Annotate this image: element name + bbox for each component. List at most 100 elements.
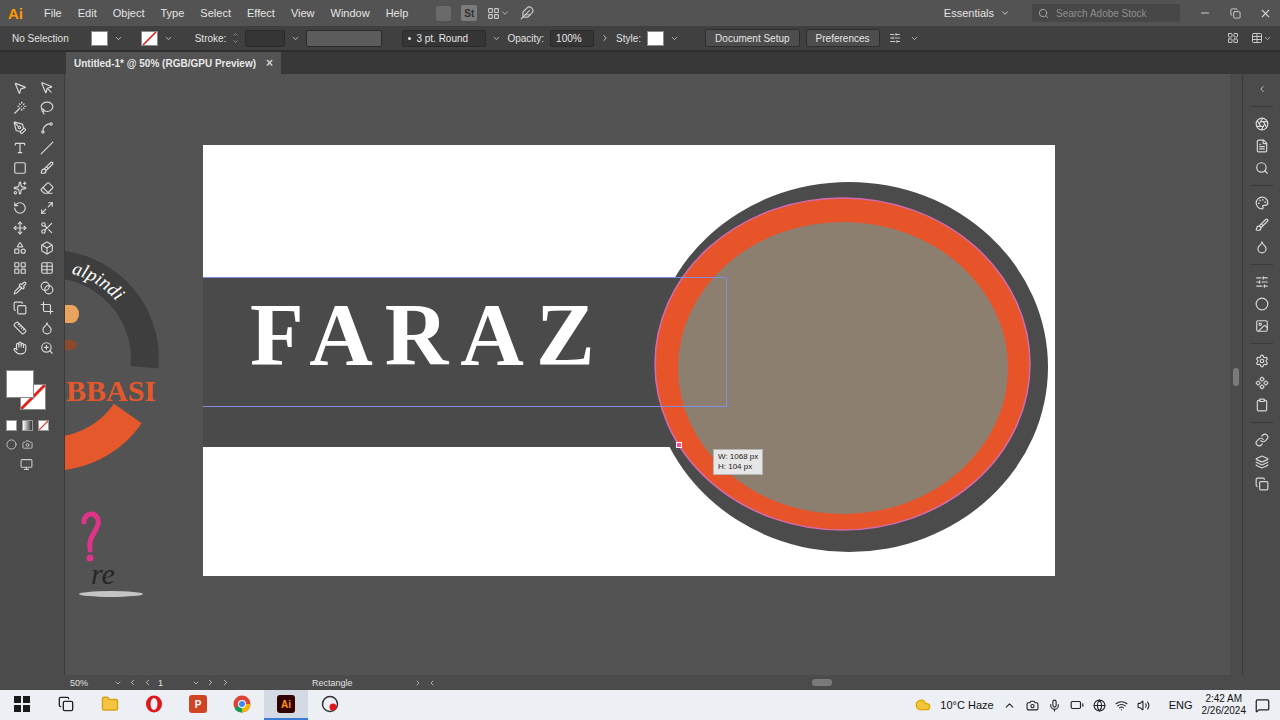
illustrator-app[interactable]: Ai (264, 690, 308, 720)
tool-button[interactable] (6, 198, 33, 218)
opacity-field[interactable]: 100% (550, 30, 594, 47)
stroke-stepper[interactable] (232, 31, 239, 45)
panel-button[interactable] (1255, 214, 1269, 236)
tool-button[interactable] (6, 118, 33, 138)
panel-button[interactable] (1255, 236, 1269, 258)
battery-icon[interactable] (1070, 698, 1084, 712)
menu-item[interactable]: File (36, 7, 70, 19)
control-button[interactable]: Document Setup (705, 29, 800, 47)
menu-item[interactable]: Window (323, 7, 378, 19)
tool-button[interactable] (6, 138, 33, 158)
tool-button[interactable] (33, 218, 60, 238)
task-view[interactable] (44, 690, 88, 720)
menu-item[interactable]: Type (153, 7, 193, 19)
tool-button[interactable] (33, 318, 60, 338)
style-swatch[interactable] (647, 31, 664, 46)
gradient-mode[interactable] (22, 420, 33, 431)
weather-text[interactable]: 10°C Haze (940, 699, 993, 711)
notifications-icon[interactable] (1255, 698, 1270, 713)
fill-box[interactable] (6, 370, 34, 398)
script-logo[interactable]: re (65, 509, 145, 609)
artboard-field[interactable]: 1 (158, 678, 200, 688)
tool-button[interactable] (6, 338, 33, 358)
tool-button[interactable] (33, 278, 60, 298)
scroll-thumb[interactable] (812, 679, 832, 686)
bridge-icon[interactable] (436, 6, 451, 21)
tool-button[interactable] (33, 298, 60, 318)
anchor-point[interactable] (676, 442, 682, 448)
input-language[interactable]: ENG (1169, 699, 1193, 711)
powerpoint-app[interactable]: P (176, 690, 220, 720)
profile-medallion[interactable] (650, 182, 1048, 552)
wifi-icon[interactable] (1115, 699, 1128, 712)
tab-close[interactable]: × (266, 56, 273, 70)
network-icon[interactable] (1093, 699, 1106, 712)
collapse-dock[interactable] (1257, 78, 1267, 100)
tool-button[interactable] (33, 238, 60, 258)
next-artboard-icon[interactable] (206, 678, 215, 687)
panel-button[interactable] (1255, 271, 1269, 293)
workspace-switcher[interactable]: Essentials (944, 7, 1010, 19)
horizontal-scrollbar[interactable] (442, 679, 1280, 686)
chrome-browser[interactable] (220, 690, 264, 720)
tool-button[interactable] (6, 78, 33, 98)
align-options[interactable] (886, 32, 904, 44)
tool-button[interactable] (6, 218, 33, 238)
none-mode[interactable] (38, 420, 49, 431)
tool-button[interactable] (6, 278, 33, 298)
panel-menu[interactable] (1250, 32, 1272, 44)
artboard[interactable]: FARAZW: 1068 pxH: 104 px (203, 145, 1055, 576)
canvas[interactable]: alpindiBBASIreFARAZW: 1068 pxH: 104 px (65, 74, 1230, 675)
chevron-down-icon[interactable] (291, 34, 300, 43)
menu-item[interactable]: Object (105, 7, 153, 19)
tool-button[interactable] (6, 178, 33, 198)
opacity-label[interactable]: Opacity: (507, 33, 544, 44)
menu-item[interactable]: View (283, 7, 323, 19)
minimize-button[interactable] (1190, 0, 1220, 26)
last-artboard-icon[interactable] (221, 678, 230, 687)
clock[interactable]: 2:42 AM2/26/2024 (1202, 693, 1247, 717)
panel-toggle[interactable] (1222, 32, 1244, 44)
chevron-down-icon[interactable] (114, 34, 123, 43)
stock-search[interactable] (1032, 4, 1180, 22)
menu-item[interactable]: Edit (70, 7, 105, 19)
tool-button[interactable] (6, 238, 33, 258)
chevron-down-icon[interactable] (670, 34, 679, 43)
stroke-label[interactable]: Stroke: (195, 33, 227, 44)
draw-mode[interactable] (6, 439, 17, 450)
restore-button[interactable] (1220, 0, 1250, 26)
stroke-weight-field[interactable] (245, 30, 285, 47)
chevron-down-icon[interactable] (910, 34, 919, 43)
panel-button[interactable] (1255, 157, 1269, 179)
screen-mode[interactable] (6, 458, 46, 471)
gpu-performance[interactable] (520, 6, 534, 20)
panel-button[interactable] (1255, 372, 1269, 394)
chevron-down-icon[interactable] (164, 34, 173, 43)
color-mode[interactable] (6, 420, 17, 431)
vertical-scrollbar[interactable] (1230, 74, 1242, 675)
menu-item[interactable]: Help (378, 7, 417, 19)
close-button[interactable] (1250, 0, 1280, 26)
panel-button[interactable] (1255, 293, 1269, 315)
tool-button[interactable] (33, 178, 60, 198)
panel-button[interactable] (1255, 135, 1269, 157)
scroll-left-icon[interactable] (428, 679, 436, 687)
tool-button[interactable] (6, 158, 33, 178)
name-banner[interactable]: FARAZ (203, 277, 683, 447)
brush-field[interactable]: 3 pt. Round (402, 30, 486, 47)
tool-button[interactable] (33, 98, 60, 118)
zoom-field[interactable]: 50% (70, 678, 122, 688)
control-button[interactable]: Preferences (806, 29, 880, 47)
panel-button[interactable] (1255, 192, 1269, 214)
screen-recorder[interactable] (308, 690, 352, 720)
panel-button[interactable] (1255, 473, 1269, 495)
opera-browser[interactable] (132, 690, 176, 720)
panel-button[interactable] (1255, 350, 1269, 372)
logo-ring[interactable]: alpindi (65, 229, 180, 489)
tool-button[interactable] (33, 198, 60, 218)
document-tab[interactable]: Untitled-1* @ 50% (RGB/GPU Preview)× (66, 52, 281, 74)
banner-text[interactable]: FARAZ (250, 291, 607, 379)
tool-button[interactable] (6, 98, 33, 118)
first-artboard-icon[interactable] (128, 678, 137, 687)
volume-icon[interactable] (1137, 699, 1150, 712)
